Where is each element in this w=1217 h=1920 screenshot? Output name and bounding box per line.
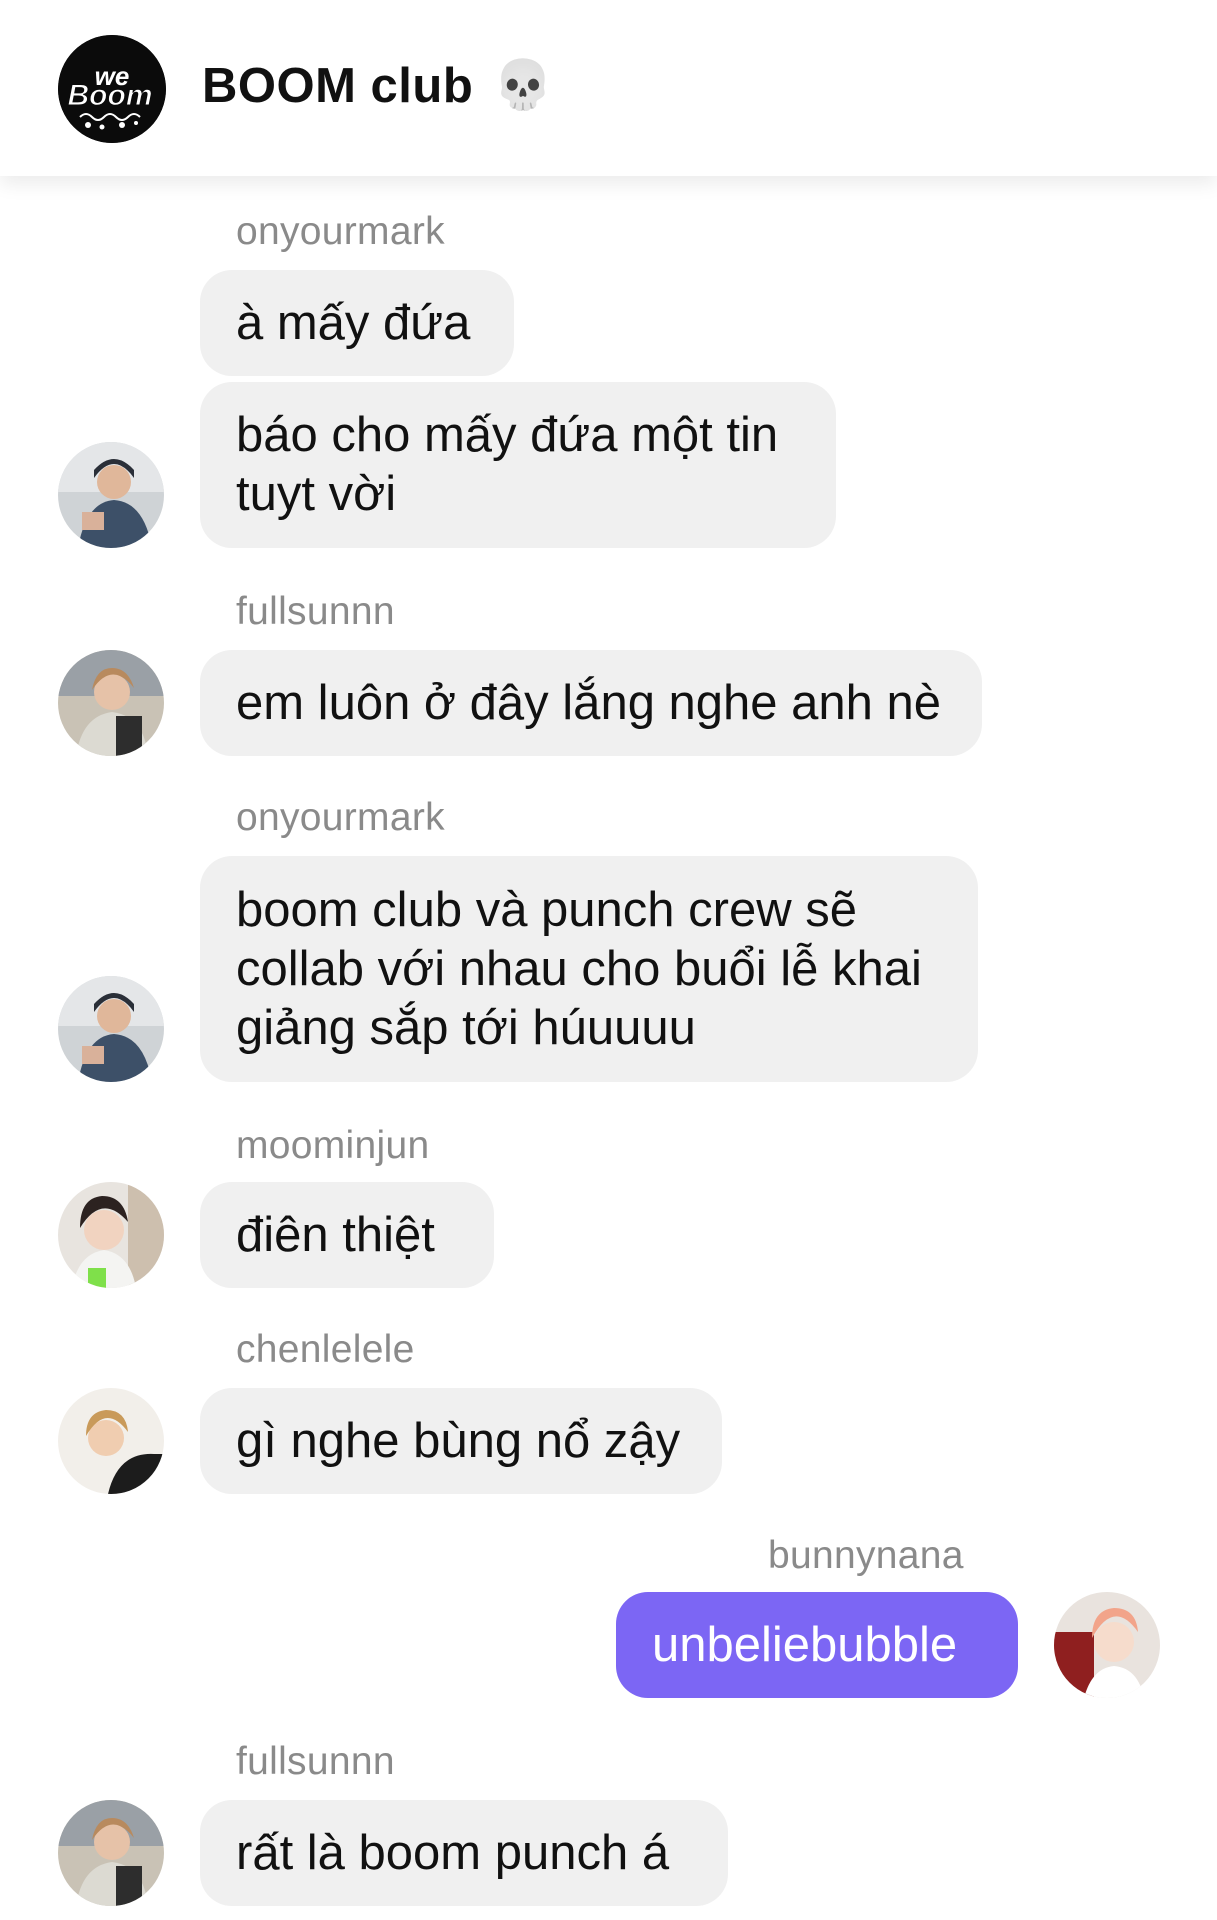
message-text: rất là boom punch á — [236, 1825, 670, 1880]
svg-text:Boom: Boom — [68, 79, 153, 112]
message-text: gì nghe bùng nổ zậy — [236, 1413, 681, 1468]
avatar-chenlelele[interactable] — [58, 1388, 164, 1494]
user-photo-icon — [58, 1800, 164, 1906]
avatar-fullsunnn[interactable] — [58, 1800, 164, 1906]
avatar-moominjun[interactable] — [58, 1182, 164, 1288]
message-text: điên thiệt — [236, 1207, 435, 1262]
message-bubble[interactable]: boom club và punch crew sẽ collab với nh… — [200, 856, 978, 1082]
sender-name: onyourmark — [236, 210, 445, 253]
message-bubble[interactable]: gì nghe bùng nổ zậy — [200, 1388, 722, 1494]
chat-header: we Boom BOOM club 💀 — [0, 0, 1217, 176]
sender-name: fullsunnn — [236, 590, 395, 633]
sender-name: chenlelele — [236, 1328, 415, 1371]
message-bubble[interactable]: em luôn ở đây lắng nghe anh nè — [200, 650, 982, 756]
message-text: unbeliebubble — [652, 1617, 958, 1672]
sender-name: onyourmark — [236, 796, 445, 839]
skull-emoji-icon: 💀 — [493, 59, 554, 112]
message-text: em luôn ở đây lắng nghe anh nè — [236, 675, 942, 730]
weboom-logo-icon: we Boom — [58, 35, 166, 143]
avatar-fullsunnn[interactable] — [58, 650, 164, 756]
group-title[interactable]: BOOM club 💀 — [202, 58, 554, 114]
group-title-text: BOOM club — [202, 59, 474, 113]
avatar-onyourmark[interactable] — [58, 442, 164, 548]
user-photo-icon — [58, 976, 164, 1082]
message-bubble[interactable]: điên thiệt — [200, 1182, 494, 1288]
message-text: báo cho mấy đứa một tin tuyt vời — [236, 408, 779, 521]
message-bubble[interactable]: báo cho mấy đứa một tin tuyt vời — [200, 382, 836, 548]
avatar-bunnynana[interactable] — [1054, 1592, 1160, 1698]
message-list[interactable]: onyourmark à mấy đứa báo cho mấy đứa một… — [0, 176, 1217, 1920]
group-avatar[interactable]: we Boom — [58, 35, 166, 143]
message-bubble-mine[interactable]: unbeliebubble — [616, 1592, 1018, 1698]
message-bubble[interactable]: rất là boom punch á — [200, 1800, 728, 1906]
message-bubble[interactable]: à mấy đứa — [200, 270, 514, 376]
avatar-onyourmark[interactable] — [58, 976, 164, 1082]
user-photo-icon — [58, 650, 164, 756]
message-text: à mấy đứa — [236, 295, 471, 350]
user-photo-icon — [58, 1388, 164, 1494]
message-text: boom club và punch crew sẽ collab với nh… — [236, 882, 922, 1055]
user-photo-icon — [1054, 1592, 1160, 1698]
sender-name: fullsunnn — [236, 1740, 395, 1783]
sender-name: bunnynana — [768, 1534, 964, 1577]
user-photo-icon — [58, 442, 164, 548]
user-photo-icon — [58, 1182, 164, 1288]
sender-name: moominjun — [236, 1124, 430, 1167]
